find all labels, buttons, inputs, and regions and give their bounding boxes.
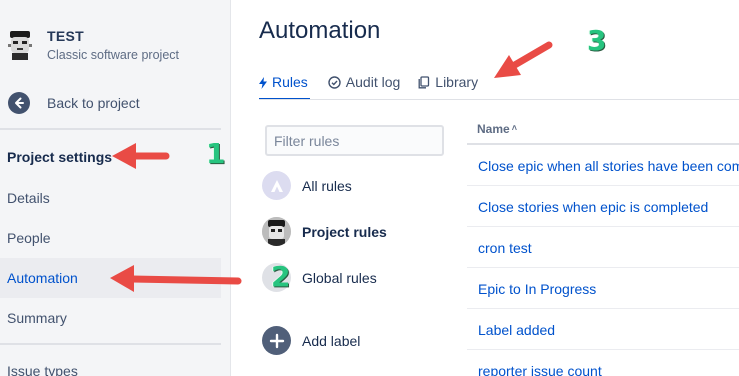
- annotation-number-2: 2: [271, 260, 291, 293]
- annotation-arrow-2: [110, 265, 242, 292]
- annotation-arrow-1: [112, 143, 170, 169]
- annotation-arrow-3: [494, 41, 553, 78]
- annotation-number-3: 3: [587, 24, 607, 57]
- annotation-arrows: [110, 41, 553, 292]
- annotation-number-1: 1: [206, 137, 226, 170]
